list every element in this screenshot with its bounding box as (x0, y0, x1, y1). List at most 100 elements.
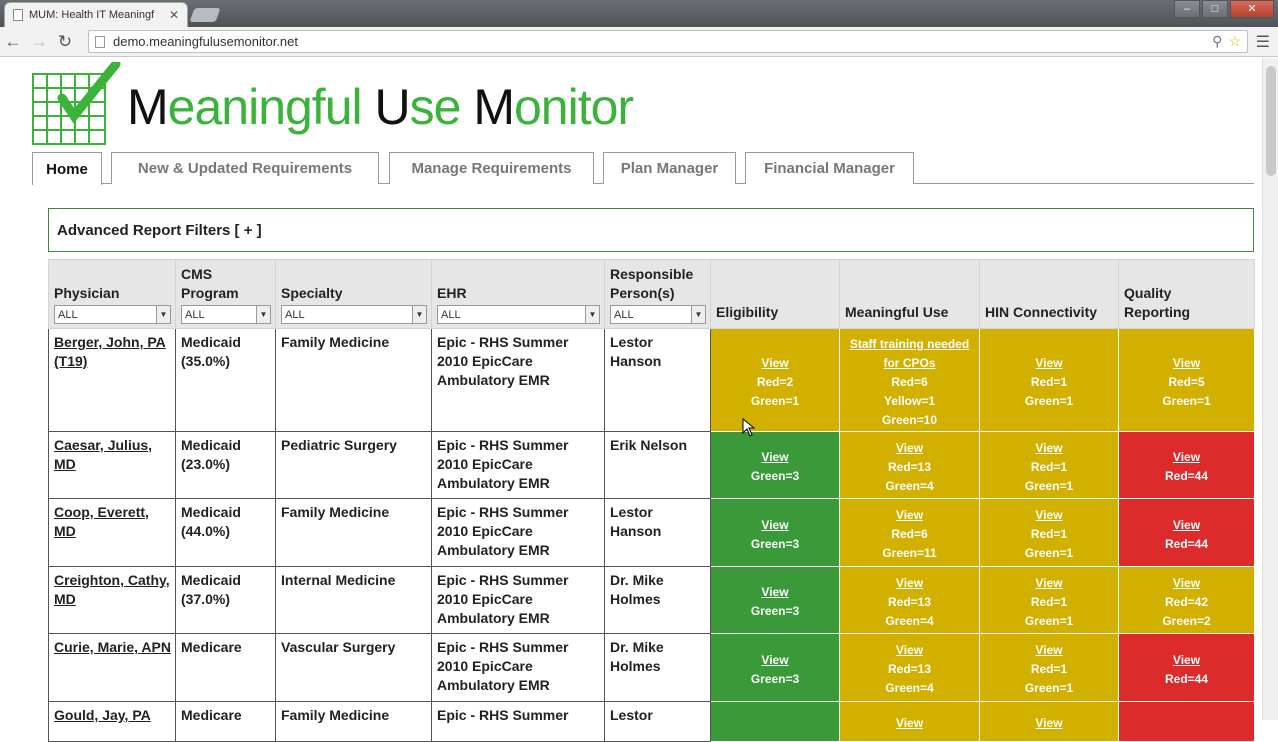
tab-plan-manager[interactable]: Plan Manager (603, 152, 736, 184)
meaningful-use-status-cell[interactable]: View (839, 701, 980, 742)
eligibility-status-cell[interactable]: View Green=3 (710, 498, 840, 567)
eligibility-status-cell[interactable]: View Green=3 (710, 431, 840, 499)
quality-reporting-status-cell[interactable]: View Red=44 (1118, 498, 1255, 567)
address-bar[interactable]: demo.meaningfulusemonitor.net ⚲ ☆ (88, 30, 1248, 53)
responsible-cell-text: Dr. Mike Holmes (610, 572, 664, 607)
view-link[interactable]: View (982, 641, 1116, 660)
tab-home[interactable]: Home (32, 152, 102, 185)
maximize-icon[interactable]: □ (1202, 0, 1228, 18)
hin-connectivity-status-cell[interactable]: View Red=1 Green=1 (979, 633, 1119, 702)
meaningful-use-status-cell[interactable]: View Red=13 Green=4 (839, 566, 980, 634)
ehr-cell: Epic - RHS Summer (431, 701, 605, 742)
browser-menu-icon[interactable]: ☰ (1256, 32, 1270, 52)
close-tab-icon[interactable]: ✕ (169, 8, 179, 22)
forward-icon[interactable]: → (26, 32, 52, 52)
advanced-report-filters[interactable]: Advanced Report Filters [ + ] (48, 208, 1254, 252)
col-hin-connectivity: HIN Connectivity (979, 259, 1119, 329)
physician-link[interactable]: Creighton, Cathy, MD (54, 572, 170, 607)
view-link[interactable]: View (713, 516, 837, 535)
status-count: Red=13 (887, 594, 932, 609)
minimize-icon[interactable]: – (1174, 0, 1200, 18)
hin-connectivity-status-cell[interactable]: View Red=1 Green=1 (979, 328, 1119, 432)
eligibility-status-cell[interactable]: View Green=3 (710, 633, 840, 702)
view-link[interactable]: View (982, 506, 1116, 525)
col-meaningful-use: Meaningful Use (839, 259, 980, 329)
view-link[interactable]: View (1121, 448, 1252, 467)
view-link[interactable]: View (713, 583, 837, 602)
physician-link[interactable]: Curie, Marie, APN (54, 639, 171, 655)
view-link[interactable]: View (713, 354, 837, 373)
bookmark-star-icon[interactable]: ☆ (1228, 33, 1241, 50)
physician-cell[interactable]: Berger, John, PA (T19) (48, 328, 176, 432)
physician-cell[interactable]: Gould, Jay, PA (48, 701, 176, 742)
quality-reporting-status-cell[interactable]: View Red=44 (1118, 431, 1255, 499)
view-link[interactable]: View (842, 641, 977, 660)
view-link[interactable]: View (1121, 354, 1252, 373)
responsible-cell-text: Lestor (610, 707, 653, 723)
browser-tab[interactable]: MUM: Health IT Meaningf ✕ (4, 2, 188, 27)
meaningful-use-status-cell[interactable]: View Red=13 Green=4 (839, 431, 980, 499)
browser-toolbar: ← → ↻ demo.meaningfulusemonitor.net ⚲ ☆ … (0, 27, 1278, 57)
view-link[interactable]: View (842, 714, 977, 733)
view-link[interactable]: View (1121, 651, 1252, 670)
quality-reporting-status-cell[interactable] (1118, 701, 1255, 742)
hin-connectivity-status-cell[interactable]: View Red=1 Green=1 (979, 498, 1119, 567)
physician-link[interactable]: Berger, John, PA (T19) (54, 334, 166, 369)
quality-reporting-status-cell[interactable]: View Red=5 Green=1 (1118, 328, 1255, 432)
hin-connectivity-status-cell[interactable]: View Red=1 Green=1 (979, 431, 1119, 499)
eligibility-status-cell[interactable]: View Green=3 (710, 566, 840, 634)
view-link[interactable]: View (842, 439, 977, 458)
physician-cell[interactable]: Creighton, Cathy, MD (48, 566, 176, 634)
back-icon[interactable]: ← (0, 32, 26, 52)
view-link[interactable]: View (842, 574, 977, 593)
view-link[interactable]: View (713, 651, 837, 670)
reload-icon[interactable]: ↻ (52, 32, 78, 52)
view-link[interactable]: View (982, 354, 1116, 373)
main-nav: Home New & Updated Requirements Manage R… (32, 152, 1254, 185)
view-link[interactable]: Staff training needed for CPOs (842, 335, 977, 373)
ehr-cell-text: Epic - RHS Summer 2010 EpicCare Ambulato… (437, 504, 569, 558)
quality-reporting-status-cell[interactable]: View Red=42 Green=2 (1118, 566, 1255, 634)
view-link[interactable]: View (713, 448, 837, 467)
specialty-filter-select[interactable]: ALL ▼ (281, 305, 427, 324)
view-link[interactable]: View (1121, 516, 1252, 535)
view-link[interactable]: View (982, 714, 1116, 733)
hin-connectivity-status-cell[interactable]: View (979, 701, 1119, 742)
quality-reporting-status-cell[interactable]: View Red=44 (1118, 633, 1255, 702)
new-tab-button[interactable] (189, 8, 221, 22)
physician-link[interactable]: Coop, Everett, MD (54, 504, 149, 539)
specialty-cell: Family Medicine (275, 328, 432, 432)
eligibility-status-cell[interactable] (710, 701, 840, 742)
status-count: Green=1 (1024, 546, 1074, 560)
view-link[interactable]: View (1121, 574, 1252, 593)
eligibility-status-cell[interactable]: View Red=2 Green=1 (710, 328, 840, 432)
view-link[interactable]: View (842, 506, 977, 525)
responsible-cell: Dr. Mike Holmes (604, 566, 711, 634)
physician-cell[interactable]: Coop, Everett, MD (48, 498, 176, 567)
tab-manage-requirements[interactable]: Manage Requirements (389, 152, 594, 184)
zoom-icon[interactable]: ⚲ (1212, 33, 1222, 50)
tab-new-updated-requirements[interactable]: New & Updated Requirements (111, 152, 379, 184)
meaningful-use-status-cell[interactable]: Staff training needed for CPOs Red=6 Yello… (839, 328, 980, 432)
physician-cell[interactable]: Curie, Marie, APN (48, 633, 176, 702)
col-responsible: Responsible Person(s) ALL ▼ (604, 259, 711, 329)
view-link[interactable]: View (982, 439, 1116, 458)
view-link[interactable]: View (982, 574, 1116, 593)
tab-financial-manager[interactable]: Financial Manager (745, 152, 914, 184)
hin-connectivity-status-cell[interactable]: View Red=1 Green=1 (979, 566, 1119, 634)
physician-link[interactable]: Gould, Jay, PA (54, 707, 151, 723)
page-scrollbar[interactable] (1262, 58, 1278, 720)
meaningful-use-status-cell[interactable]: View Red=13 Green=4 (839, 633, 980, 702)
responsible-filter-select[interactable]: ALL ▼ (610, 305, 706, 324)
site-logo[interactable]: Meaningful Use Monitor (32, 62, 712, 146)
cms-filter-select[interactable]: ALL ▼ (181, 305, 271, 324)
scrollbar-thumb[interactable] (1266, 66, 1276, 176)
window-close-icon[interactable]: ✕ (1230, 0, 1274, 18)
meaningful-use-status-cell[interactable]: View Red=6 Green=11 (839, 498, 980, 567)
physician-filter-select[interactable]: ALL ▼ (54, 305, 171, 324)
ehr-cell-text: Epic - RHS Summer 2010 EpicCare Ambulato… (437, 437, 569, 491)
physician-link[interactable]: Caesar, Julius, MD (54, 437, 152, 472)
physician-cell[interactable]: Caesar, Julius, MD (48, 431, 176, 499)
specialty-cell-text: Family Medicine (281, 334, 390, 350)
ehr-filter-select[interactable]: ALL ▼ (437, 305, 600, 324)
